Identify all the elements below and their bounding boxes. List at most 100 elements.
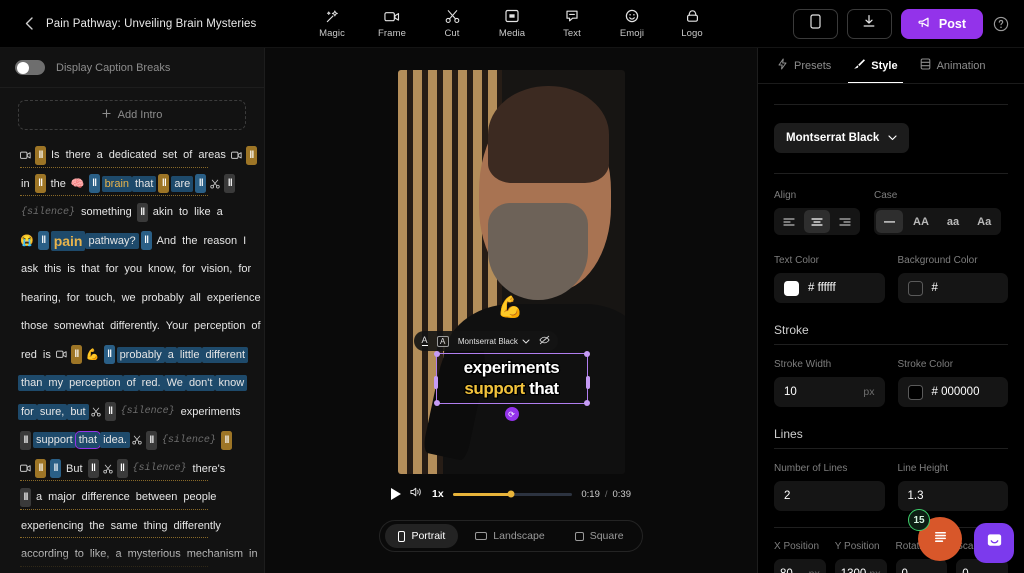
transcript-word[interactable]: support [33, 432, 76, 448]
x-position-input[interactable]: 80 px [774, 559, 826, 573]
resize-handle-mr[interactable] [586, 376, 590, 389]
transcript-word[interactable]: red. [139, 375, 164, 391]
case-option-title[interactable]: Aa [969, 210, 999, 233]
transcript-word[interactable]: that [76, 432, 100, 448]
transcript-word[interactable]: different [202, 347, 248, 363]
transcript-word[interactable]: those [18, 318, 51, 334]
pause-marker[interactable]: ‖ [50, 459, 61, 478]
transcript-line[interactable]: hearing,fortouch,weprobablyallexperience [18, 284, 246, 313]
transcript-word[interactable]: for [103, 261, 122, 277]
transcript-word[interactable]: this [41, 261, 64, 277]
pause-marker[interactable]: ‖ [88, 459, 99, 478]
transcript-word[interactable]: perception [191, 318, 248, 334]
stroke-width-input[interactable]: 10 px [774, 377, 885, 407]
tool-frame[interactable]: Frame [372, 8, 412, 39]
pause-marker[interactable]: ‖ [104, 345, 115, 364]
transcript-word[interactable]: mysterious [125, 546, 184, 562]
download-button[interactable] [847, 9, 892, 39]
pause-marker[interactable]: ‖ [246, 146, 257, 165]
transcript-word[interactable]: reason [200, 233, 240, 249]
text-color-field[interactable]: # ffffff [774, 273, 885, 303]
tool-emoji[interactable]: Emoji [612, 8, 652, 39]
case-option-none[interactable]: — [876, 210, 903, 233]
transcript-word[interactable]: major [45, 489, 79, 505]
text-color-A-icon[interactable]: A [422, 336, 428, 346]
video-stage[interactable]: 💪 A A Montserrat Black [398, 70, 625, 474]
ratio-square[interactable]: Square [562, 524, 637, 548]
pause-marker[interactable]: ‖ [195, 174, 206, 193]
transcript-word[interactable]: don't [186, 375, 216, 391]
text-color-swatch[interactable] [784, 281, 799, 296]
transcript-word[interactable]: Your [163, 318, 191, 334]
transcript-word[interactable]: thing [141, 518, 171, 534]
transcript-word[interactable]: a [165, 347, 177, 363]
transcript-word[interactable]: of [123, 375, 138, 391]
transcript-word[interactable]: vision, [198, 261, 235, 277]
progress-bar[interactable] [453, 493, 573, 496]
play-icon[interactable] [391, 488, 401, 500]
transcript-word[interactable]: {silence} [118, 404, 178, 419]
scissors-icon[interactable] [132, 435, 142, 445]
volume-icon[interactable] [410, 485, 423, 503]
pause-marker[interactable]: ‖ [35, 459, 46, 478]
pause-marker[interactable]: ‖ [221, 431, 232, 450]
transcript-word[interactable]: experience [204, 290, 264, 306]
tool-magic[interactable]: Magic [312, 8, 352, 39]
transcript-word[interactable]: all [187, 290, 204, 306]
caption-font-select[interactable]: Montserrat Black [458, 337, 530, 346]
transcript-word[interactable]: red [18, 347, 40, 363]
ratio-portrait[interactable]: Portrait [385, 524, 458, 548]
transcript-word[interactable]: the [86, 518, 107, 534]
add-intro-button[interactable]: Add Intro [18, 100, 246, 130]
font-family-select[interactable]: Montserrat Black [774, 123, 909, 153]
pause-marker[interactable]: ‖ [141, 231, 152, 250]
case-option-lower[interactable]: aa [939, 210, 967, 233]
transcript-word[interactable]: there's [190, 461, 229, 477]
transcript-emoji[interactable]: 🧠 [71, 177, 85, 190]
transcript-word[interactable]: for [179, 261, 198, 277]
progress-knob[interactable] [508, 491, 515, 498]
transcript-word[interactable]: {silence} [18, 205, 78, 220]
transcript-emoji[interactable]: 😭 [20, 234, 34, 247]
y-position-input[interactable]: 1300 px [835, 559, 887, 573]
transcript-word[interactable]: But [63, 461, 86, 477]
transcript-word[interactable]: know, [145, 261, 179, 277]
transcript-word[interactable]: for [235, 261, 254, 277]
transcript-word[interactable]: a [94, 147, 106, 163]
transcript-word[interactable]: like, [87, 546, 113, 562]
transcript-word[interactable]: there [63, 147, 94, 163]
transcript-word[interactable]: same [108, 518, 141, 534]
transcript-word[interactable]: that [132, 176, 156, 192]
tool-media[interactable]: Media [492, 8, 532, 39]
transcript-word[interactable]: differently. [107, 318, 163, 334]
transcript-word[interactable]: little [177, 347, 203, 363]
transcript-line[interactable]: thanmyperceptionofred.Wedon'tknow [18, 369, 246, 398]
transcript-line[interactable]: ‖supportthatidea.‖{silence}‖ [18, 426, 246, 455]
transcript-word[interactable]: are [171, 176, 193, 192]
chat-widget-button[interactable] [974, 523, 1014, 563]
transcript-word[interactable]: Is [48, 147, 63, 163]
camera-icon[interactable] [231, 151, 242, 160]
transcript-line[interactable]: 😭‖painpathway?‖AndthereasonI [18, 227, 246, 256]
transcript-line[interactable]: ‖Isthereadedicatedsetofareas‖ [18, 141, 246, 170]
transcript-word[interactable]: differently [170, 518, 224, 534]
transcript-word[interactable]: for [18, 404, 37, 420]
transcript-word[interactable]: you [121, 261, 145, 277]
pause-marker[interactable]: ‖ [35, 146, 46, 165]
pause-marker[interactable]: ‖ [89, 174, 100, 193]
transcript-word[interactable]: set [159, 147, 180, 163]
transcript-word[interactable]: ask [18, 261, 41, 277]
tab-animation[interactable]: Animation [911, 48, 995, 83]
background-color-field[interactable]: # [898, 273, 1009, 303]
scissors-icon[interactable] [210, 179, 220, 189]
resize-handle-tr[interactable] [584, 351, 590, 357]
pause-marker[interactable]: ‖ [224, 174, 235, 193]
transcript-word[interactable]: difference [79, 489, 133, 505]
transcript-word[interactable]: know [215, 375, 247, 391]
transcript-line[interactable]: {silence}something‖akintolikea [18, 198, 246, 227]
transcript-word[interactable]: pathway? [85, 233, 138, 249]
transcript-word[interactable]: the [48, 176, 69, 192]
caption-text-box[interactable]: ⟳ experiments support that [440, 358, 584, 399]
transcript-word[interactable]: dedicated [106, 147, 160, 163]
camera-icon[interactable] [20, 464, 31, 473]
